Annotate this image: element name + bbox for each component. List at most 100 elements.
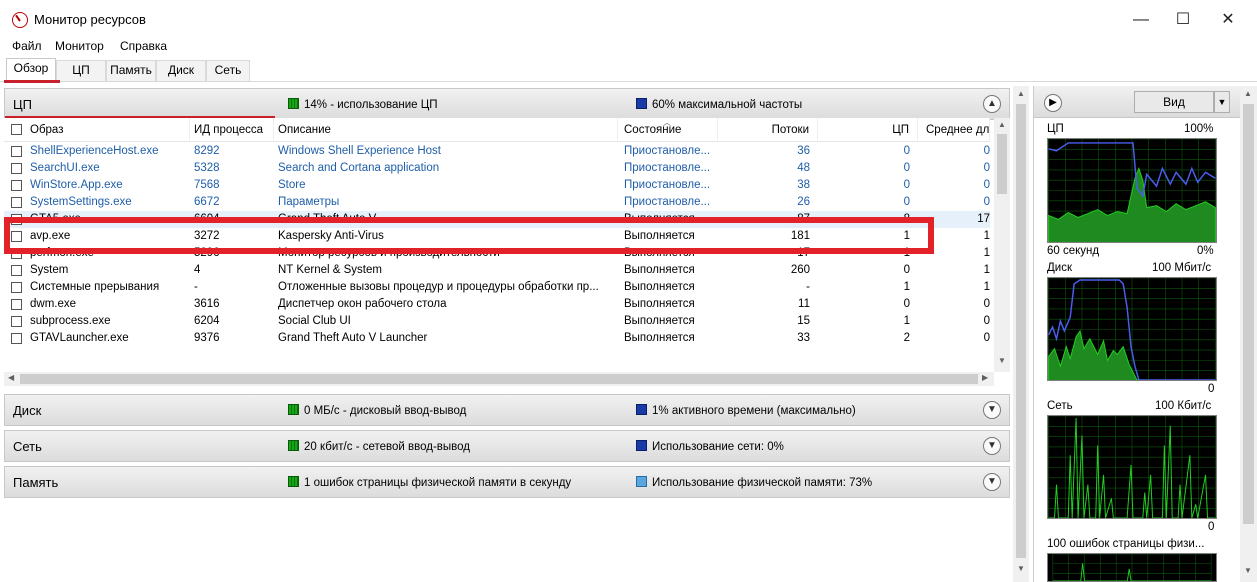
- tab-memory[interactable]: Память: [106, 60, 156, 81]
- col-description[interactable]: Описание: [278, 118, 618, 142]
- memory-graph-title: 100 ошибок страницы физи...: [1047, 538, 1205, 550]
- process-desc-cell: Диспетчер окон рабочего стола: [278, 298, 447, 310]
- process-pid-cell: 8292: [194, 145, 220, 157]
- process-cpu-cell: 0: [903, 145, 910, 157]
- process-state-cell: Выполняется: [624, 332, 695, 344]
- view-dropdown-icon[interactable]: ▼: [1214, 91, 1230, 113]
- tab-overview[interactable]: Обзор: [6, 58, 56, 82]
- memory-section-title: Память: [13, 475, 59, 490]
- expand-chevron-down-icon[interactable]: ▼: [983, 437, 1001, 455]
- tab-network[interactable]: Сеть: [206, 60, 250, 81]
- process-threads-cell: 26: [797, 196, 810, 208]
- process-checkbox[interactable]: [11, 265, 22, 276]
- collapse-chevron-up-icon[interactable]: ▲: [983, 95, 1001, 113]
- col-pid[interactable]: ИД процесса: [194, 118, 274, 142]
- green-square-icon: [288, 98, 299, 109]
- process-checkbox[interactable]: [11, 333, 22, 344]
- graphs-scroll-thumb[interactable]: [1243, 104, 1254, 524]
- process-image-cell: subprocess.exe: [30, 315, 111, 327]
- blue-square-icon: [636, 98, 647, 109]
- menu-file[interactable]: Файл: [12, 39, 42, 53]
- cpu-graph-min: 0%: [1197, 245, 1214, 257]
- menu-monitor[interactable]: Монитор: [55, 39, 104, 53]
- green-square-icon: [288, 440, 299, 451]
- minimize-button[interactable]: —: [1118, 6, 1164, 34]
- process-checkbox[interactable]: [11, 316, 22, 327]
- view-button[interactable]: Вид: [1134, 91, 1214, 113]
- process-row[interactable]: GTAVLauncher.exe 9376 Grand Theft Auto V L…: [4, 330, 990, 347]
- process-row[interactable]: WinStore.App.exe 7568 Store Приостановле...…: [4, 177, 990, 194]
- process-avg-cell: 0: [983, 145, 990, 157]
- memory-faults-indicator: 1 ошибок страницы физической памяти в се…: [288, 476, 571, 489]
- vertical-scroll-thumb[interactable]: [997, 134, 1007, 194]
- main-vertical-scrollbar[interactable]: ▲ ▼: [1013, 86, 1029, 582]
- process-threads-cell: 11: [798, 298, 810, 310]
- col-image[interactable]: Образ: [30, 118, 190, 142]
- memory-graph: [1047, 553, 1217, 582]
- main-scroll-thumb[interactable]: [1016, 104, 1026, 558]
- process-row[interactable]: System 4 NT Kernel & System Выполняется 260 0…: [4, 262, 990, 279]
- table-vertical-scrollbar[interactable]: ▲ ▼: [994, 118, 1010, 372]
- memory-section-header[interactable]: Память 1 ошибок страницы физической памя…: [4, 466, 1010, 498]
- process-threads-cell: 38: [797, 179, 810, 191]
- disk-section-header[interactable]: Диск 0 МБ/с - дисковый ввод-вывод 1% акт…: [4, 394, 1010, 426]
- process-checkbox[interactable]: [11, 146, 22, 157]
- process-avg-cell: 1: [983, 281, 990, 293]
- process-cpu-cell: 1: [903, 281, 910, 293]
- col-state[interactable]: Состояние: [624, 118, 718, 142]
- process-state-cell: Приостановле...: [624, 196, 711, 208]
- graphs-vertical-scrollbar[interactable]: ▲ ▼: [1240, 86, 1257, 582]
- cpu-section-header[interactable]: ЦП 14% - использование ЦП 60% максимальн…: [4, 88, 1010, 120]
- disk-section-title: Диск: [13, 403, 42, 418]
- process-pid-cell: 7568: [194, 179, 220, 191]
- process-avg-cell: 1: [983, 247, 990, 259]
- main-panel: ЦП 14% - использование ЦП 60% максимальн…: [4, 86, 1012, 582]
- process-avg-cell: 0: [983, 162, 990, 174]
- process-table-header: Образ ИД процесса Описание Состояние ︿ П…: [4, 118, 990, 142]
- resource-monitor-app-icon: [12, 12, 28, 28]
- expand-chevron-down-icon[interactable]: ▼: [983, 401, 1001, 419]
- cpu-frequency-indicator: 60% максимальной частоты: [636, 98, 802, 111]
- process-row[interactable]: subprocess.exe 6204 Social Club UI Выполняе…: [4, 313, 990, 330]
- process-checkbox[interactable]: [11, 163, 22, 174]
- disk-active-time-indicator: 1% активного времени (максимально): [636, 404, 856, 417]
- process-pid-cell: 3616: [194, 298, 220, 310]
- expand-chevron-right-icon[interactable]: ▶: [1044, 94, 1062, 112]
- col-threads[interactable]: Потоки: [718, 118, 818, 142]
- process-checkbox[interactable]: [11, 180, 22, 191]
- process-row[interactable]: SystemSettings.exe 6672 Параметры Приостано…: [4, 194, 990, 211]
- process-image-cell: SearchUI.exe: [30, 162, 100, 174]
- horizontal-scroll-thumb[interactable]: [20, 374, 978, 384]
- network-io-indicator: 20 кбит/с - сетевой ввод-вывод: [288, 440, 470, 453]
- process-cpu-cell: 2: [903, 332, 910, 344]
- cpu-graph-max: 100%: [1184, 123, 1214, 135]
- table-horizontal-scrollbar[interactable]: ◀ ▶: [4, 372, 994, 386]
- process-row[interactable]: ShellExperienceHost.exe 8292 Windows Shell…: [4, 143, 990, 160]
- process-row[interactable]: dwm.exe 3616 Диспетчер окон рабочего стола…: [4, 296, 990, 313]
- tab-highlight-underline: [4, 80, 60, 83]
- process-desc-cell: Social Club UI: [278, 315, 351, 327]
- green-square-icon: [288, 476, 299, 487]
- tab-disk[interactable]: Диск: [156, 60, 206, 81]
- select-all-checkbox[interactable]: [11, 124, 22, 135]
- process-checkbox[interactable]: [11, 197, 22, 208]
- expand-chevron-down-icon[interactable]: ▼: [983, 473, 1001, 491]
- menu-help[interactable]: Справка: [120, 39, 167, 53]
- process-state-cell: Выполняется: [624, 281, 695, 293]
- col-cpu[interactable]: ЦП: [818, 118, 918, 142]
- process-checkbox[interactable]: [11, 299, 22, 310]
- process-threads-cell: -: [806, 281, 810, 293]
- process-row[interactable]: Системные прерывания - Отложенные вызовы п…: [4, 279, 990, 296]
- col-average[interactable]: Среднее для: [926, 118, 990, 142]
- process-state-cell: Приостановле...: [624, 179, 711, 191]
- disk-graph-title: Диск: [1047, 262, 1072, 274]
- process-avg-cell: 17: [977, 213, 990, 225]
- close-button[interactable]: ✕: [1205, 6, 1251, 34]
- cpu-section-title: ЦП: [13, 97, 32, 112]
- maximize-button[interactable]: ☐: [1160, 6, 1206, 34]
- network-section-header[interactable]: Сеть 20 кбит/с - сетевой ввод-вывод Испо…: [4, 430, 1010, 462]
- process-checkbox[interactable]: [11, 282, 22, 293]
- process-row[interactable]: SearchUI.exe 5328 Search and Cortana appli…: [4, 160, 990, 177]
- process-avg-cell: 0: [983, 196, 990, 208]
- tab-cpu[interactable]: ЦП: [56, 60, 106, 81]
